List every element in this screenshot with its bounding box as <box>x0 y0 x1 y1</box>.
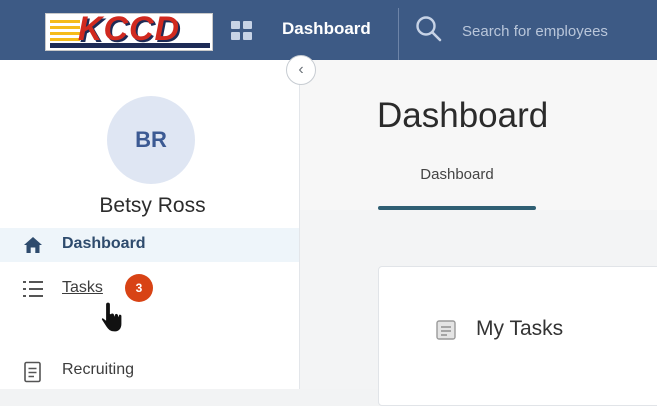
sidebar-item-label: Tasks <box>62 279 103 296</box>
document-icon <box>22 361 44 383</box>
main-content: Dashboard Dashboard My Tasks <box>300 60 657 406</box>
sidebar-item-label: Dashboard <box>62 235 146 252</box>
avatar[interactable]: BR <box>107 96 195 184</box>
my-tasks-card[interactable]: My Tasks <box>378 266 657 406</box>
hand-cursor-icon <box>98 300 132 334</box>
sidebar-item-recruiting[interactable]: Recruiting <box>0 354 299 388</box>
kccd-logo[interactable]: KCCD <box>45 13 213 51</box>
main-header: Dashboard Dashboard <box>300 60 657 210</box>
tab-label: Dashboard <box>420 166 494 183</box>
top-bar-divider <box>398 8 399 60</box>
active-tab-indicator <box>378 206 536 210</box>
top-bar: KCCD Dashboard <box>0 0 657 60</box>
search-icon[interactable] <box>414 14 444 44</box>
user-name: Betsy Ross <box>99 194 206 217</box>
home-icon <box>22 235 44 255</box>
search-input[interactable] <box>462 18 657 44</box>
logo-subtitle-bar <box>50 43 210 48</box>
tasks-list-icon <box>22 279 44 299</box>
tasks-card-icon <box>435 319 457 341</box>
tab-dashboard[interactable]: Dashboard <box>378 158 536 210</box>
sidebar-item-tasks[interactable]: Tasks 3 <box>0 272 299 306</box>
collapse-sidebar-button[interactable]: ‹ <box>286 55 316 85</box>
left-sidebar: BR Betsy Ross Dashboard Tasks 3 Recruiti… <box>0 60 300 389</box>
page-title: Dashboard <box>377 96 549 135</box>
chevron-left-icon: ‹ <box>298 61 304 78</box>
tasks-count-badge: 3 <box>125 274 153 302</box>
card-title: My Tasks <box>476 317 564 340</box>
apps-grid-icon[interactable] <box>231 21 253 41</box>
top-bar-title[interactable]: Dashboard <box>282 19 371 39</box>
sidebar-item-label: Recruiting <box>62 361 135 378</box>
sidebar-item-dashboard[interactable]: Dashboard <box>0 228 299 262</box>
